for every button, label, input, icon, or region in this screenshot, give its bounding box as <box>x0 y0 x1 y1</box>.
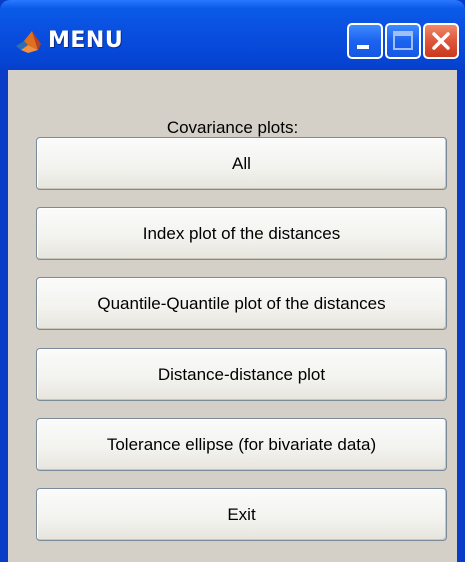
tolerance-ellipse-button[interactable]: Tolerance ellipse (for bivariate data) <box>36 418 447 471</box>
window-title: MENU <box>48 28 124 53</box>
menu-caption: Covariance plots: <box>166 118 299 137</box>
all-button[interactable]: All <box>36 137 447 190</box>
maximize-icon <box>393 31 413 50</box>
close-button[interactable] <box>423 23 459 59</box>
maximize-button[interactable] <box>385 23 421 59</box>
title-bar[interactable]: MENU <box>0 0 465 70</box>
index-plot-button[interactable]: Index plot of the distances <box>36 207 447 260</box>
distance-distance-plot-button[interactable]: Distance-distance plot <box>36 348 447 401</box>
close-icon <box>432 32 450 50</box>
matlab-logo-icon <box>16 31 41 53</box>
menu-panel: Covariance plots: All Index plot of the … <box>8 70 457 562</box>
exit-button[interactable]: Exit <box>36 488 447 541</box>
qq-plot-button[interactable]: Quantile-Quantile plot of the distances <box>36 277 447 330</box>
menu-window: MENU Covariance plots: All Index plot of… <box>0 0 465 562</box>
minimize-button[interactable] <box>347 23 383 59</box>
minimize-icon <box>357 45 369 49</box>
